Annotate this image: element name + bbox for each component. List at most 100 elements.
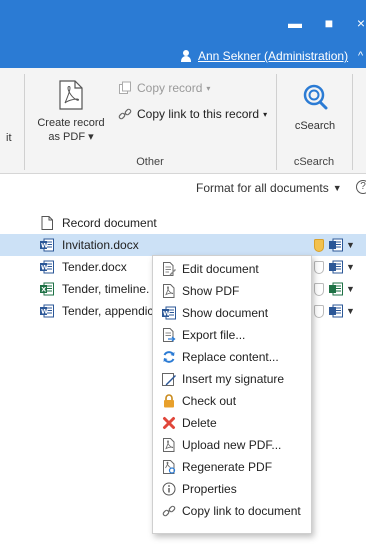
- copy-record-icon: [119, 81, 131, 94]
- user-account[interactable]: Ann Sekner (Administration): [180, 48, 348, 64]
- svg-text:W: W: [41, 308, 48, 316]
- menu-item-show-pdf[interactable]: Show PDF: [153, 280, 311, 302]
- word-icon[interactable]: [329, 304, 343, 318]
- document-label: Record document: [62, 216, 157, 230]
- create-record-pdf-button[interactable]: Create record as PDF ▾: [32, 80, 110, 146]
- caret-down-icon[interactable]: ▼: [346, 262, 355, 272]
- menu-item-label: Replace content...: [182, 350, 279, 364]
- user-name-link[interactable]: Ann Sekner (Administration): [198, 49, 348, 63]
- ribbon-group-csearch-label: cSearch: [293, 156, 335, 168]
- regenerate-pdf-icon: [163, 460, 176, 474]
- ribbon-group-other-label: Other: [136, 156, 164, 168]
- pdf-document-icon: [59, 80, 83, 110]
- caret-down-icon[interactable]: ▼: [346, 284, 355, 294]
- document-label: Tender.docx: [62, 260, 127, 274]
- csearch-label: cSearch: [294, 120, 336, 132]
- excel-icon[interactable]: [329, 282, 343, 296]
- ribbon-cutoff-label: it: [6, 132, 12, 144]
- delete-icon: [163, 417, 175, 429]
- format-all-documents-label: Format for all documents: [196, 181, 329, 195]
- minimize-button[interactable]: ▬: [284, 14, 306, 32]
- document-label: Tender, appendic: [62, 304, 154, 318]
- caret-down-icon[interactable]: ▼: [346, 240, 355, 250]
- menu-item-check-out[interactable]: Check out: [153, 390, 311, 412]
- menu-item-label: Show PDF: [182, 284, 240, 298]
- row-actions: ▼: [314, 238, 355, 252]
- menu-item-show-document[interactable]: W Show document: [153, 302, 311, 324]
- word-icon: W: [40, 238, 54, 252]
- maximize-button[interactable]: ■: [318, 14, 340, 32]
- menu-item-edit-document[interactable]: Edit document: [153, 258, 311, 280]
- shield-icon: [314, 238, 324, 252]
- menu-item-copy-link[interactable]: Copy link to document: [153, 500, 311, 522]
- menu-item-delete[interactable]: Delete: [153, 412, 311, 434]
- format-all-documents-dropdown[interactable]: Format for all documents ▼: [196, 180, 342, 196]
- close-button[interactable]: ×: [350, 14, 366, 32]
- menu-item-label: Copy link to document: [182, 504, 301, 518]
- list-item[interactable]: Record document: [0, 212, 366, 234]
- help-icon[interactable]: ?: [356, 180, 366, 194]
- copy-link-record-button[interactable]: Copy link to this record ▾: [118, 106, 267, 122]
- upload-pdf-icon: [163, 438, 175, 452]
- shield-icon: [314, 304, 324, 318]
- blank-document-icon: [41, 216, 53, 230]
- svg-text:W: W: [163, 310, 170, 318]
- copy-link-record-label: Copy link to this record: [137, 107, 260, 121]
- menu-item-properties[interactable]: Properties: [153, 478, 311, 500]
- menu-item-label: Check out: [182, 394, 237, 408]
- copy-record-button[interactable]: Copy record ▾: [118, 80, 210, 96]
- menu-item-label: Export file...: [182, 328, 246, 342]
- ribbon-separator: [352, 74, 353, 170]
- word-icon[interactable]: [329, 238, 343, 252]
- svg-text:X: X: [41, 286, 46, 294]
- menu-item-label: Upload new PDF...: [182, 438, 282, 452]
- menu-item-label: Properties: [182, 482, 237, 496]
- svg-text:W: W: [41, 242, 48, 250]
- create-record-pdf-label-2: as PDF ▾: [48, 131, 94, 143]
- copy-record-label: Copy record: [137, 81, 203, 95]
- csearch-button[interactable]: cSearch: [282, 80, 348, 146]
- excel-icon: X: [40, 282, 54, 296]
- pdf-icon: [163, 284, 175, 298]
- shield-icon: [314, 282, 324, 296]
- title-bar: ▬ ■ × Ann Sekner (Administration) ^: [0, 0, 366, 68]
- shield-icon: [314, 260, 324, 274]
- menu-item-replace-content[interactable]: Replace content...: [153, 346, 311, 368]
- chevron-up-icon[interactable]: ^: [358, 50, 363, 62]
- list-item[interactable]: W Invitation.docx ▼: [0, 234, 366, 256]
- chevron-down-icon: ▾: [263, 109, 268, 119]
- document-label: Invitation.docx: [62, 238, 139, 252]
- menu-item-label: Insert my signature: [182, 372, 285, 386]
- export-icon: [163, 328, 176, 342]
- document-label: Tender, timeline.: [62, 282, 150, 296]
- menu-item-export-file[interactable]: Export file...: [153, 324, 311, 346]
- info-icon: [162, 482, 176, 496]
- edit-document-icon: [163, 262, 176, 276]
- menu-item-label: Edit document: [182, 262, 259, 276]
- menu-item-upload-new-pdf[interactable]: Upload new PDF...: [153, 434, 311, 456]
- csearch-icon: [303, 84, 328, 110]
- row-actions: ▼: [314, 260, 355, 274]
- create-record-pdf-label-1: Create record: [37, 117, 105, 129]
- chevron-down-icon: ▾: [206, 83, 211, 93]
- caret-down-icon: ▼: [332, 183, 342, 193]
- replace-icon: [163, 351, 175, 363]
- menu-item-label: Delete: [182, 416, 217, 430]
- word-icon: W: [162, 306, 176, 320]
- word-icon[interactable]: [329, 260, 343, 274]
- row-actions: ▼: [314, 282, 355, 296]
- word-icon: W: [40, 260, 54, 274]
- signature-icon: [162, 373, 176, 386]
- menu-item-insert-signature[interactable]: Insert my signature: [153, 368, 311, 390]
- svg-text:W: W: [41, 264, 48, 272]
- user-icon: [180, 50, 192, 62]
- context-menu: Edit document Show PDF W Show document E…: [152, 255, 312, 534]
- ribbon: it Create record as PDF ▾ Copy record ▾ …: [0, 68, 366, 174]
- link-icon: [162, 505, 176, 517]
- menu-item-label: Regenerate PDF: [182, 460, 273, 474]
- row-actions: ▼: [314, 304, 355, 318]
- menu-item-regenerate-pdf[interactable]: Regenerate PDF: [153, 456, 311, 478]
- caret-down-icon[interactable]: ▼: [346, 306, 355, 316]
- menu-item-label: Show document: [182, 306, 269, 320]
- link-icon: [118, 108, 132, 120]
